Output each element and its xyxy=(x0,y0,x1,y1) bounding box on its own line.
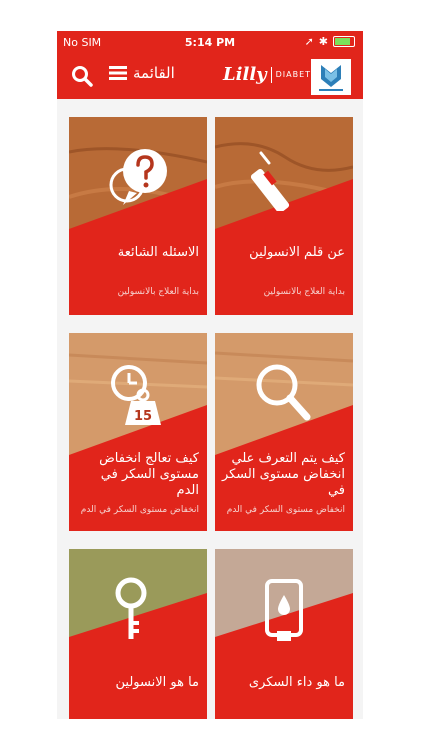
tile-subtitle: انخفاض مستوى السكر في الدم xyxy=(80,505,199,515)
tile-title: كيف يتم التعرف علي انخفاض مستوى السكر في xyxy=(221,451,345,498)
faq-bubble-icon xyxy=(109,149,167,205)
hamburger-icon xyxy=(109,66,127,80)
magnifier-icon xyxy=(256,364,311,421)
location-icon: ➚ xyxy=(304,35,314,48)
battery-icon xyxy=(333,36,355,47)
tile-subtitle: بداية العلاج بالانسولين xyxy=(117,287,199,297)
tile-title: ما هو الانسولين xyxy=(115,675,200,690)
bluetooth-icon: ✱ xyxy=(318,35,328,48)
topic-tile-recognize-hypoglycemia[interactable]: كيف يتم التعرف علي انخفاض مستوى السكر في… xyxy=(215,333,353,531)
phone-screen: No SIM 5:14 PM ➚ ✱ القائمة Lilly DIABETE… xyxy=(57,31,363,719)
topic-tile-treat-hypoglycemia[interactable]: 15 كيف تعالج انخفاض مستوى السكر في الدم … xyxy=(69,333,207,531)
status-icons: ➚ ✱ xyxy=(305,35,355,48)
tile-title: عن قلم الانسولين xyxy=(249,245,345,260)
search-icon[interactable] xyxy=(71,65,93,87)
tile-subtitle: بداية العلاج بالانسولين xyxy=(263,287,345,297)
app-header: القائمة Lilly DIABETES xyxy=(57,53,363,99)
tile-subtitle: انخفاض مستوى السكر في الدم xyxy=(226,505,345,515)
badge-number: 15 xyxy=(134,409,152,424)
insulin-pen-icon xyxy=(251,151,290,211)
tile-title: الاسئله الشائعة xyxy=(117,245,199,260)
key-icon xyxy=(115,577,147,639)
lilly-diabetes-logo: Lilly DIABETES xyxy=(223,64,323,85)
tile-title: كيف تعالج انخفاض مستوى السكر في الدم xyxy=(99,451,199,498)
topic-tile-insulin-pen[interactable]: عن قلم الانسولين بداية العلاج بالانسولين xyxy=(215,117,353,315)
menu-button[interactable]: القائمة xyxy=(109,64,175,82)
tile-title: ما هو داء السكرى xyxy=(248,675,345,690)
topic-tile-what-is-diabetes[interactable]: ما هو داء السكرى xyxy=(215,549,353,719)
status-bar: No SIM 5:14 PM ➚ ✱ xyxy=(57,31,363,53)
ministry-logo xyxy=(311,59,351,95)
topic-tile-what-is-insulin[interactable]: ما هو الانسولين xyxy=(69,549,207,719)
menu-label: القائمة xyxy=(133,64,175,82)
clock-weight-icon: 15 xyxy=(111,365,161,425)
brand-name: Lilly xyxy=(223,64,267,85)
glucose-meter-icon xyxy=(265,579,303,641)
topic-tile-faq[interactable]: الاسئله الشائعة بداية العلاج بالانسولين xyxy=(69,117,207,315)
